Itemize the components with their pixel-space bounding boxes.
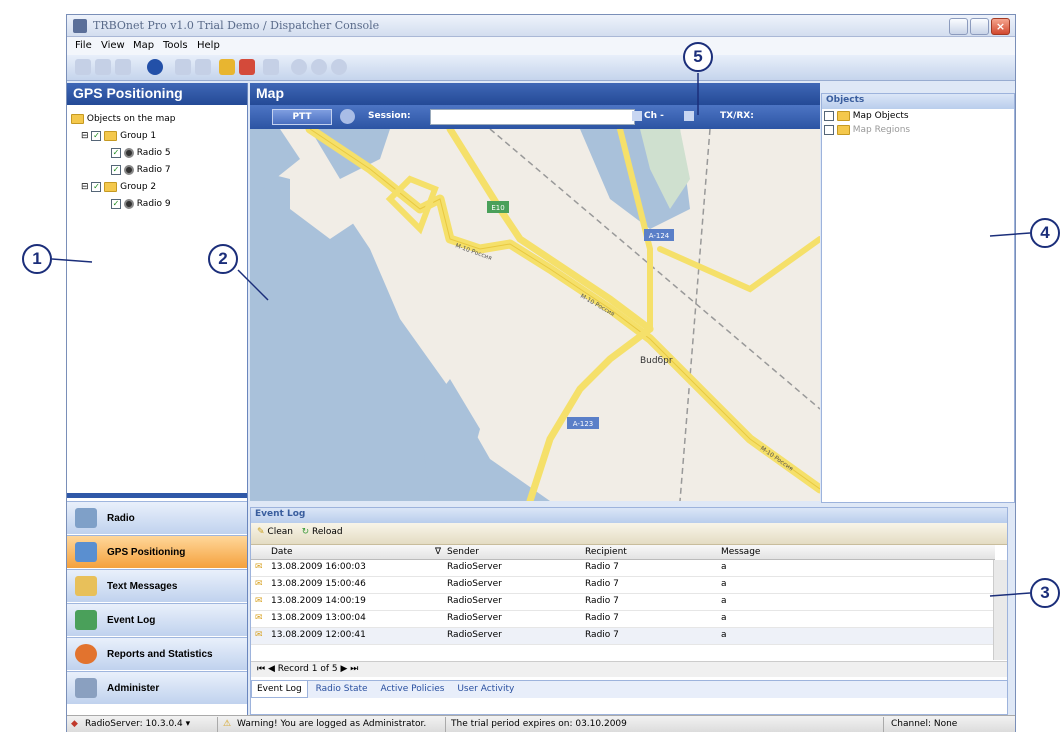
callout-2: 2 bbox=[208, 244, 238, 274]
callout-4: 4 bbox=[1030, 218, 1060, 248]
callout-5: 5 bbox=[683, 42, 713, 72]
callout-1: 1 bbox=[22, 244, 52, 274]
callout-3: 3 bbox=[1030, 578, 1060, 608]
callout-lines bbox=[51, 73, 1031, 597]
